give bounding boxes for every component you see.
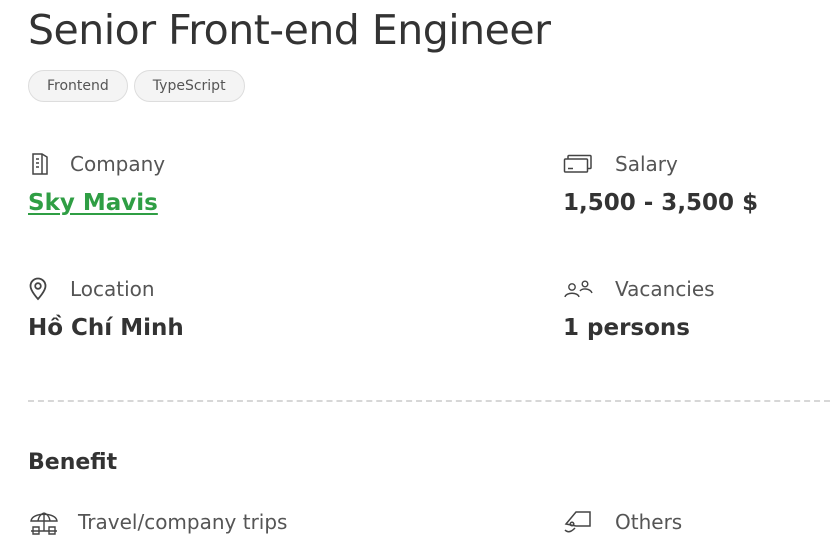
vacancies-value: 1 persons bbox=[563, 315, 690, 341]
tag-list: Frontend TypeScript bbox=[28, 70, 245, 102]
vacancies-info: Vacancies 1 persons bbox=[563, 275, 715, 341]
salary-value: 1,500 - 3,500 $ bbox=[563, 190, 759, 216]
section-divider bbox=[28, 400, 830, 402]
benefit-item-others: Others bbox=[563, 507, 682, 537]
salary-label: Salary bbox=[615, 152, 678, 176]
company-link[interactable]: Sky Mavis bbox=[28, 190, 165, 216]
location-pin-icon bbox=[28, 277, 48, 301]
company-label-row: Company bbox=[28, 150, 165, 178]
vacancies-label-row: Vacancies bbox=[563, 275, 715, 303]
company-label: Company bbox=[70, 152, 166, 176]
location-value: Hồ Chí Minh bbox=[28, 315, 184, 341]
people-icon bbox=[563, 277, 595, 301]
benefit-label-travel: Travel/company trips bbox=[78, 510, 288, 534]
job-detail-panel: Senior Front-end Engineer Frontend TypeS… bbox=[0, 0, 830, 550]
location-label-row: Location bbox=[28, 275, 184, 303]
salary-label-row: Salary bbox=[563, 150, 758, 178]
company-info: Company Sky Mavis bbox=[28, 150, 165, 216]
building-icon bbox=[28, 152, 52, 176]
tag-typescript[interactable]: TypeScript bbox=[133, 70, 245, 102]
tag-icon bbox=[563, 507, 593, 537]
tag-frontend[interactable]: Frontend bbox=[28, 70, 128, 102]
salary-info: Salary 1,500 - 3,500 $ bbox=[563, 150, 758, 216]
job-title: Senior Front-end Engineer bbox=[28, 6, 551, 54]
beach-umbrella-icon bbox=[28, 507, 60, 537]
benefit-item-travel: Travel/company trips bbox=[28, 507, 287, 537]
benefit-label-others: Others bbox=[615, 510, 683, 534]
location-label: Location bbox=[70, 277, 155, 301]
vacancies-label: Vacancies bbox=[615, 277, 715, 301]
money-icon bbox=[563, 152, 593, 176]
location-info: Location Hồ Chí Minh bbox=[28, 275, 184, 341]
benefit-title: Benefit bbox=[28, 450, 118, 475]
